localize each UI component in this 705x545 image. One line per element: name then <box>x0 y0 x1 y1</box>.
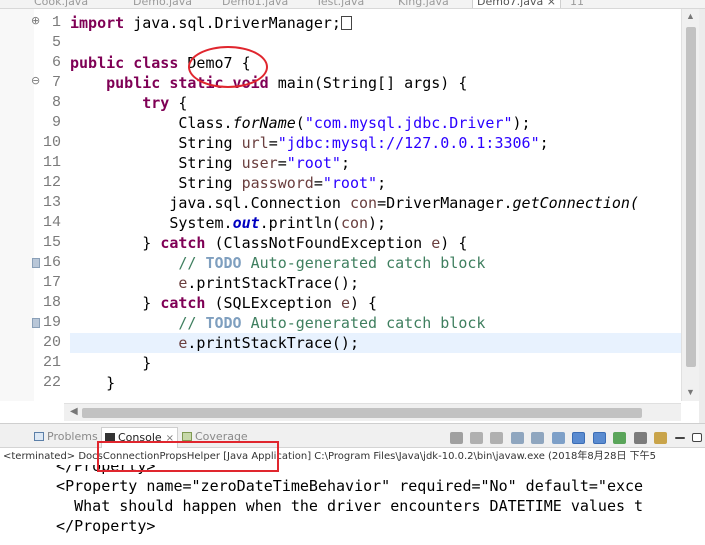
line-number: 5 <box>51 34 61 51</box>
console-toolbar <box>449 429 705 445</box>
line-number: 13 <box>42 194 61 211</box>
editor-right-edge <box>699 9 705 423</box>
tab-king-java[interactable]: King.java <box>398 0 449 8</box>
code-area[interactable]: import java.sql.DriverManager; public cl… <box>70 13 682 403</box>
code-line: } catch (ClassNotFoundException e) { <box>70 234 468 252</box>
terminate-icon[interactable] <box>449 431 463 444</box>
show-on-stdout-icon[interactable] <box>572 431 586 444</box>
tab-close-icon[interactable]: × <box>547 0 556 8</box>
console-output-line: What should happen when the driver encou… <box>38 497 644 515</box>
line-number: 18 <box>42 294 61 311</box>
tab-demo7-java[interactable]: Demo7.java × <box>472 0 561 8</box>
code-line: try { <box>142 94 188 112</box>
folded-imports-marker[interactable] <box>340 16 352 30</box>
hidden-tabs-count[interactable]: 11 <box>570 0 584 8</box>
vertical-scroll-thumb[interactable] <box>686 27 696 367</box>
minimize-icon[interactable] <box>674 436 685 439</box>
code-line: String url="jdbc:mysql://127.0.0.1:3306"… <box>70 134 549 152</box>
tab-demo1-java[interactable]: Demo1.java <box>222 0 288 8</box>
line-number: 8 <box>51 94 61 111</box>
scroll-lock-icon[interactable] <box>531 431 545 444</box>
word-wrap-icon[interactable] <box>551 431 565 444</box>
code-line: // TODO Auto-generated catch block <box>178 254 486 272</box>
code-line: // TODO Auto-generated catch block <box>178 314 486 332</box>
coverage-icon <box>182 432 192 441</box>
line-number: 11 <box>42 154 61 171</box>
console-output-line: <Property name="zeroDateTimeBehavior" re… <box>38 477 644 495</box>
console-output[interactable]: </Property> <Property name="zeroDateTime… <box>0 465 705 545</box>
line-number: 19 <box>42 314 61 331</box>
class-name-highlight-circle <box>188 46 268 88</box>
scroll-down-icon[interactable]: ▼ <box>686 387 695 397</box>
launch-name-highlight-box <box>97 441 279 472</box>
maximize-icon[interactable] <box>692 433 702 443</box>
line-number: 10 <box>42 134 61 151</box>
code-line: System.out.println(con); <box>70 214 387 232</box>
code-line: String user="root"; <box>70 154 350 172</box>
line-number: 16 <box>42 254 61 271</box>
editor-tab-strip: Cook.java Demo.java Demo1.java Test.java… <box>0 0 705 9</box>
open-console-icon[interactable] <box>654 431 668 444</box>
remove-launch-icon[interactable] <box>470 431 484 444</box>
clear-console-icon[interactable] <box>510 431 524 444</box>
fold-collapse-icon[interactable]: ⊖ <box>31 74 40 87</box>
scroll-up-icon[interactable]: ▲ <box>686 11 695 21</box>
code-line: java.sql.Connection con=DriverManager.ge… <box>70 194 639 212</box>
line-number: 22 <box>42 374 61 391</box>
line-number: 15 <box>42 234 61 251</box>
editor-horizontal-scrollbar[interactable]: ◀ <box>64 403 681 421</box>
tab-demo-java[interactable]: Demo.java <box>133 0 192 8</box>
line-number: 20 <box>42 334 61 351</box>
line-number: 21 <box>42 354 61 371</box>
display-selected-console-icon[interactable] <box>633 431 647 444</box>
line-number: 6 <box>51 54 61 71</box>
code-line: public static void main(String[] args) { <box>106 74 468 92</box>
line-number: 17 <box>42 274 61 291</box>
tab-test-java[interactable]: Test.java <box>316 0 364 8</box>
code-line: String password="root"; <box>70 174 387 192</box>
line-number: 12 <box>42 174 61 191</box>
horizontal-scroll-thumb[interactable] <box>82 408 642 418</box>
problems-icon <box>34 432 44 441</box>
show-on-stderr-icon[interactable] <box>592 431 606 444</box>
console-output-line: </Property> <box>38 517 156 535</box>
code-line: import java.sql.DriverManager; <box>70 13 352 33</box>
tab-demo7-label: Demo7.java <box>477 0 544 8</box>
code-line: } <box>70 354 152 372</box>
fold-expand-icon[interactable]: ⊕ <box>31 14 40 27</box>
remove-all-terminated-icon[interactable] <box>490 431 504 444</box>
tab-problems[interactable]: Problems <box>34 428 98 446</box>
scroll-left-icon[interactable]: ◀ <box>70 406 78 417</box>
code-line: } catch (SQLException e) { <box>70 294 378 312</box>
code-line: e.printStackTrace(); <box>178 274 359 292</box>
editor-vertical-scrollbar[interactable]: ▲ ▼ <box>681 9 699 401</box>
line-number: 14 <box>42 214 61 231</box>
java-editor[interactable]: 1 ⊕ 5 6 7 ⊖ 8 9 10 11 12 13 14 15 16 17 18… <box>0 9 705 423</box>
tab-cook-java[interactable]: Cook.java <box>34 0 88 8</box>
pin-console-icon[interactable] <box>613 431 627 444</box>
code-line: Class.forName("com.mysql.jdbc.Driver"); <box>70 114 531 132</box>
code-line: e.printStackTrace(); <box>178 334 359 352</box>
line-number: 9 <box>51 114 61 131</box>
code-line: } <box>70 374 116 392</box>
